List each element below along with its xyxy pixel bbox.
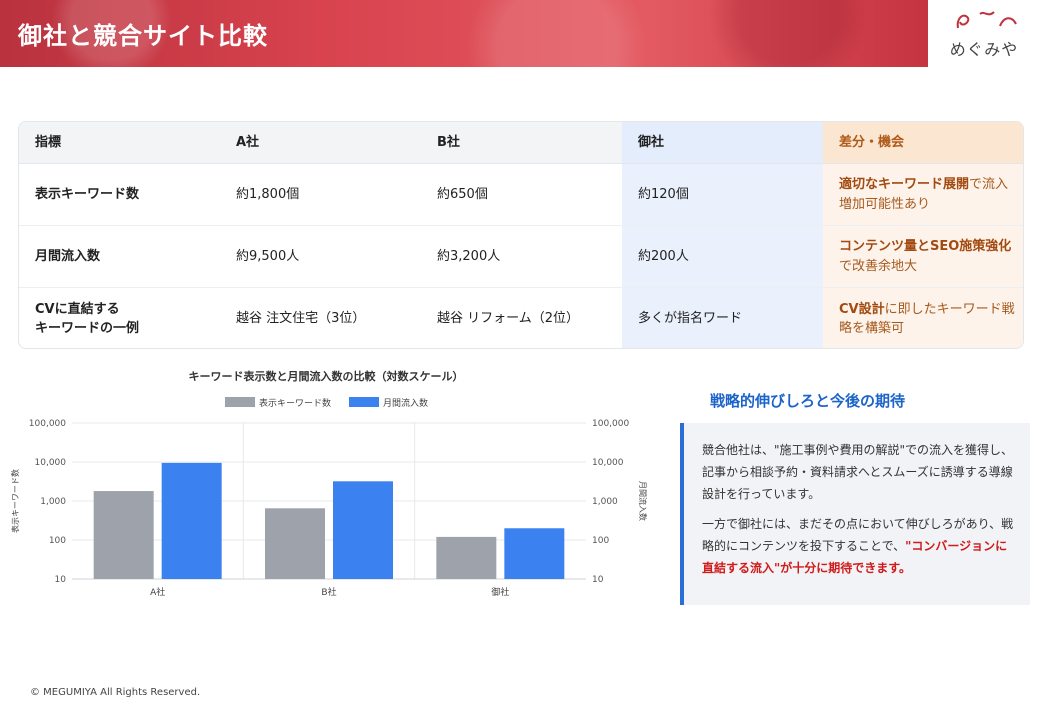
bar (333, 481, 393, 579)
company-a-cell: 約1,800個 (236, 186, 300, 202)
own-company-cell: 多くが指名ワード (622, 288, 823, 348)
copyright: © MEGUMIYA All Rights Reserved. (30, 687, 201, 698)
gap-cell: コンテンツ量とSEO施策強化で改善余地大 (823, 226, 1023, 287)
y-tick-label: 10,000 (35, 458, 67, 468)
table-row: 月間流入数 約9,500人 約3,200人 約200人 コンテンツ量とSEO施策… (19, 226, 1023, 288)
company-b-cell: 約650個 (437, 186, 488, 202)
x-tick-label: B社 (321, 586, 336, 598)
table-row: 表示キーワード数 約1,800個 約650個 約120個 適切なキーワード展開で… (19, 164, 1023, 226)
bar (93, 491, 154, 579)
logo: めぐみや (928, 0, 1040, 67)
y2-tick-label: 100,000 (592, 419, 629, 429)
comparison-table: 指標 A社 B社 御社 差分・機会 表示キーワード数 約1,800個 約650個… (18, 121, 1024, 349)
strategy-note: 競合他社は、"施工事例や費用の解説"での流入を獲得し、記事から相談予約・資料請求… (680, 423, 1030, 605)
chart-title: キーワード表示数と月間流入数の比較（対数スケール） (189, 369, 464, 383)
company-b-cell: 約3,200人 (437, 248, 501, 264)
table-header-row: 指標 A社 B社 御社 差分・機会 (19, 122, 1023, 164)
y-tick-label: 100 (49, 536, 66, 546)
legend-swatch (225, 397, 255, 407)
gap-cell: 適切なキーワード展開で流入増加可能性あり (823, 164, 1023, 225)
gap-strong: コンテンツ量とSEO施策強化 (839, 239, 1012, 254)
gap-rest: で改善余地大 (839, 258, 918, 274)
legend-label: 表示キーワード数 (259, 397, 331, 409)
chart-svg: キーワード表示数と月間流入数の比較（対数スケール）表示キーワード数 月間流入数10… (10, 369, 648, 598)
x-tick-label: 御社 (491, 586, 509, 598)
legend-swatch (349, 397, 379, 407)
strategy-title: 戦略的伸びしろと今後の期待 (710, 392, 906, 410)
y2-tick-label: 10 (592, 575, 604, 585)
bar (504, 528, 565, 579)
y-tick-label: 1,000 (40, 497, 66, 507)
own-company-cell: 約120個 (622, 164, 823, 225)
company-a-cell: 越谷 注文住宅（3位） (236, 311, 366, 327)
y-axis-label: 表示キーワード数 (10, 469, 20, 533)
y2-tick-label: 1,000 (592, 497, 618, 507)
y2-tick-label: 100 (592, 536, 609, 546)
metric-cell: 表示キーワード数 (35, 186, 140, 202)
y-tick-label: 100,000 (29, 419, 66, 429)
column-header: B社 (437, 134, 460, 150)
column-header: 指標 (35, 134, 62, 150)
column-header: 御社 (622, 122, 823, 163)
bar (436, 536, 497, 579)
bar (161, 462, 222, 579)
header-banner: 御社と競合サイト比較 (0, 0, 928, 67)
logo-mark-icon (956, 11, 1017, 29)
comparison-chart: キーワード表示数と月間流入数の比較（対数スケール） 表示キーワード数 月間流入数 10… (0, 360, 660, 610)
column-header: 差分・機会 (823, 122, 1023, 163)
strategy-paragraph: 競合他社は、"施工事例や費用の解説"での流入を獲得し、記事から相談予約・資料請求… (702, 443, 1014, 501)
y2-axis-label: 月間流入数 (638, 481, 648, 521)
company-b-cell: 越谷 リフォーム（2位） (437, 311, 580, 327)
y2-tick-label: 10,000 (592, 458, 624, 468)
bar (265, 508, 325, 579)
table-row: CVに直結する キーワードの一例 越谷 注文住宅（3位） 越谷 リフォーム（2位… (19, 288, 1023, 348)
gap-strong: CV設計 (839, 301, 885, 317)
column-header: A社 (236, 134, 260, 150)
gap-strong: 適切なキーワード展開 (839, 177, 970, 192)
company-a-cell: 約9,500人 (236, 248, 300, 264)
own-company-cell: 約200人 (622, 226, 823, 287)
gap-cell: CV設計に即したキーワード戦略を構築可 (823, 288, 1023, 348)
metric-cell: 月間流入数 (35, 248, 101, 264)
x-tick-label: A社 (150, 586, 165, 598)
page-title: 御社と競合サイト比較 (18, 22, 268, 50)
legend-label: 月間流入数 (383, 397, 428, 409)
strategy-paragraph: 一方で御社には、まだその点において伸びしろがあり、戦略的にコンテンツを投下するこ… (702, 513, 1016, 579)
metric-cell: CVに直結する キーワードの一例 (35, 301, 140, 337)
y-tick-label: 10 (55, 575, 67, 585)
logo-text: めぐみや (949, 40, 1019, 59)
